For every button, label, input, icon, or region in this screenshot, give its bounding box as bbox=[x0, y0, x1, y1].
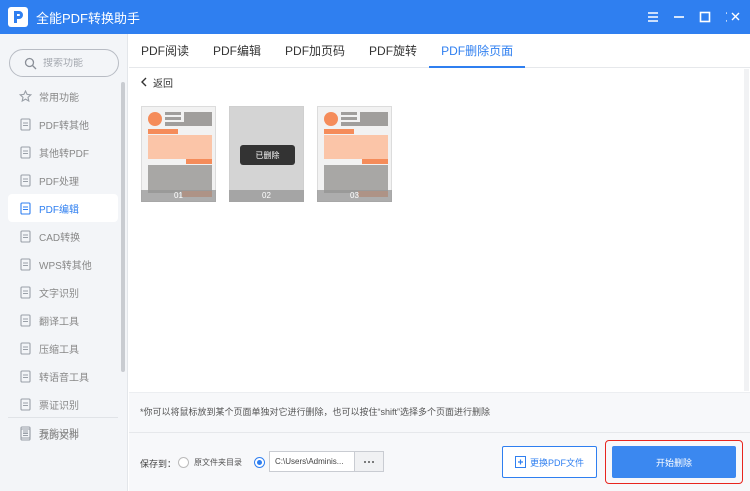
radio-source-folder-label: 原文件夹目录 bbox=[194, 458, 242, 467]
page-preview bbox=[324, 112, 388, 197]
tab-3[interactable]: PDF旋转 bbox=[357, 34, 429, 67]
speech-icon bbox=[18, 369, 32, 383]
browse-folder-button[interactable] bbox=[354, 452, 383, 471]
hint-text: *你可以将鼠标放到某个页面单独对它进行删除，也可以按住“shift”选择多个页面… bbox=[140, 407, 491, 417]
app-title: 全能PDF转换助手 bbox=[36, 10, 141, 26]
tab-4[interactable]: PDF删除页面 bbox=[429, 34, 526, 68]
back-button[interactable]: 返回 bbox=[140, 75, 173, 90]
save-to-label: 保存到： bbox=[140, 459, 177, 469]
sidebar-item-label: WPS转其他 bbox=[39, 260, 92, 272]
page-thumbnail-3[interactable]: 03 bbox=[317, 106, 392, 202]
page-card bbox=[317, 106, 392, 202]
pdf-process-icon bbox=[18, 173, 32, 187]
sidebar-item-label: PDF处理 bbox=[39, 176, 79, 188]
sidebar-item-pdf-process[interactable]: PDF处理 bbox=[8, 166, 118, 194]
sidebar-item-compress[interactable]: 压缩工具 bbox=[8, 334, 118, 362]
deleted-badge: 已删除 bbox=[240, 145, 295, 165]
ocr-icon bbox=[18, 285, 32, 299]
page-thumbnail-2[interactable]: 已删除 02 bbox=[229, 106, 304, 202]
minimize-icon[interactable] bbox=[668, 6, 690, 28]
app-logo-icon bbox=[8, 7, 28, 27]
pdf-import-icon bbox=[18, 145, 32, 159]
wps-icon bbox=[18, 257, 32, 271]
save-path-field[interactable] bbox=[269, 451, 384, 472]
replace-pdf-label: 更换PDF文件 bbox=[529, 457, 584, 468]
start-delete-button[interactable]: 开始删除 bbox=[612, 446, 736, 478]
sidebar-item-label: 票证识别 bbox=[39, 400, 79, 412]
pdf-export-icon bbox=[18, 117, 32, 131]
title-bar: 全能PDF转换助手 bbox=[0, 0, 750, 34]
sidebar-item-pdf-import[interactable]: 其他转PDF bbox=[8, 138, 118, 166]
page-thumbnail-1[interactable]: 01 bbox=[141, 106, 216, 202]
tab-close-icon[interactable] bbox=[727, 8, 744, 25]
more-icon bbox=[364, 460, 374, 463]
tab-1[interactable]: PDF编辑 bbox=[201, 34, 273, 67]
chevron-left-icon bbox=[141, 77, 147, 87]
page-number: 03 bbox=[317, 190, 392, 202]
cad-icon bbox=[18, 229, 32, 243]
sidebar-item-label: 文字识别 bbox=[39, 288, 79, 300]
tab-0[interactable]: PDF阅读 bbox=[129, 34, 201, 67]
sidebar-nav: 常用功能 PDF转其他 其他转PDF PDF处理 PDF编辑 CAD转换 WPS转其他 文字识… bbox=[8, 82, 118, 446]
sidebar-item-label: PDF转其他 bbox=[39, 120, 89, 132]
sidebar-item-label: 压缩工具 bbox=[39, 344, 79, 356]
sidebar-item-ticket[interactable]: 票证识别 bbox=[8, 390, 118, 418]
menu-icon[interactable] bbox=[642, 6, 664, 28]
start-button-highlight: 开始删除 bbox=[605, 440, 743, 484]
sidebar-item-pdf-edit[interactable]: PDF编辑 bbox=[8, 194, 118, 222]
pdf-edit-icon bbox=[18, 201, 32, 215]
sidebar-scrollbar[interactable] bbox=[121, 82, 125, 372]
tab-bar: PDF阅读 PDF编辑 PDF加页码 PDF旋转 PDF删除页面 bbox=[129, 34, 750, 68]
sidebar-item-ocr[interactable]: 文字识别 bbox=[8, 278, 118, 306]
replace-pdf-button[interactable]: 更换PDF文件 bbox=[502, 446, 597, 478]
sidebar-item-pdf-export[interactable]: PDF转其他 bbox=[8, 110, 118, 138]
sidebar-item-translate[interactable]: 翻译工具 bbox=[8, 306, 118, 334]
sidebar-item-star[interactable]: 常用功能 bbox=[8, 82, 118, 110]
footer-divider bbox=[129, 432, 750, 433]
tab-2[interactable]: PDF加页码 bbox=[273, 34, 357, 67]
sidebar-item-speech[interactable]: 转语音工具 bbox=[8, 362, 118, 390]
page-number: 02 bbox=[229, 190, 304, 202]
compress-icon bbox=[18, 341, 32, 355]
sidebar-item-wps[interactable]: WPS转其他 bbox=[8, 250, 118, 278]
search-box[interactable] bbox=[9, 49, 119, 77]
back-label: 返回 bbox=[153, 78, 173, 90]
page-preview bbox=[148, 112, 212, 197]
sidebar-divider bbox=[8, 417, 118, 418]
search-icon bbox=[24, 57, 37, 69]
sidebar-item-label: 我的文件 bbox=[39, 430, 79, 442]
sidebar-item-label: 其他转PDF bbox=[39, 148, 89, 160]
search-input[interactable] bbox=[43, 57, 113, 69]
page-card bbox=[141, 106, 216, 202]
sidebar-item-cad[interactable]: CAD转换 bbox=[8, 222, 118, 250]
sidebar: 常用功能 PDF转其他其他转PDF PDF处理 PDF编辑 CAD转换 WPS转其他文字识… bbox=[0, 34, 128, 491]
sidebar-item-label: 常用功能 bbox=[39, 92, 79, 104]
sidebar-item-label: CAD转换 bbox=[39, 232, 81, 244]
star-icon bbox=[18, 89, 32, 103]
radio-custom-path[interactable] bbox=[254, 457, 265, 468]
folder-icon bbox=[18, 427, 32, 441]
sidebar-item-label: 转语音工具 bbox=[39, 372, 89, 384]
main-scrollbar[interactable] bbox=[744, 69, 749, 391]
sidebar-item-my-files[interactable]: 我的文件 bbox=[8, 420, 118, 448]
radio-source-folder[interactable] bbox=[178, 457, 189, 468]
save-path-input[interactable] bbox=[270, 457, 354, 466]
ticket-icon bbox=[18, 397, 32, 411]
file-add-icon bbox=[514, 456, 526, 468]
page-card: 已删除 bbox=[229, 106, 304, 202]
translate-icon bbox=[18, 313, 32, 327]
maximize-icon[interactable] bbox=[694, 6, 716, 28]
sidebar-item-label: 翻译工具 bbox=[39, 316, 79, 328]
page-number: 01 bbox=[141, 190, 216, 202]
sidebar-item-label: PDF编辑 bbox=[39, 204, 79, 216]
